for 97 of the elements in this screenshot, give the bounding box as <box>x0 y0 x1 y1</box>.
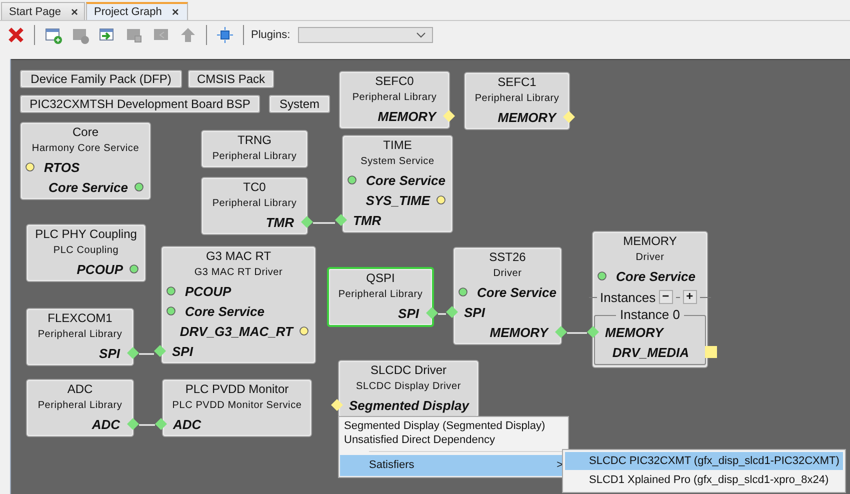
node-title: SLCDC Driver <box>369 363 448 378</box>
port-label: RTOS <box>44 160 81 174</box>
component-node[interactable]: FLEXCOM1 Peripheral Library SPI <box>26 308 134 366</box>
component-node[interactable]: SLCDC Driver SLCDC Display Driver Segmented Display <box>338 360 479 418</box>
component-node[interactable]: ADC Peripheral Library ADC <box>26 379 134 437</box>
component-node[interactable]: PLC PVDD Monitor PLC PVDD Monitor Service ADC <box>162 379 312 437</box>
plugins-label: Plugins: <box>251 28 290 40</box>
node-subtitle: Peripheral Library <box>211 197 298 211</box>
menu-text: Segmented Display (Segmented Display) <box>343 419 546 433</box>
instance-label: Instance 0 <box>616 307 684 322</box>
component-node[interactable]: TIME System Service Core Service SYS_TIME TMR <box>342 135 453 233</box>
node-title: G3 MAC RT <box>204 249 272 264</box>
node-subtitle: G3 MAC RT Driver <box>193 266 284 280</box>
menu-item[interactable]: SLCDC PIC32CXMT (gfx_disp_slcd1-PIC32CXMT) <box>565 452 843 470</box>
port-label: SPI <box>397 306 419 320</box>
node-title: TC0 <box>242 180 267 195</box>
node-subtitle: Harmony Core Service <box>30 142 140 156</box>
tab[interactable]: Start Page × <box>1 2 85 20</box>
plugins-dropdown[interactable] <box>298 26 434 42</box>
component-node[interactable]: G3 MAC RT G3 MAC RT Driver PCOUP Core Service DRV_G3_MAC_RT SPI <box>161 246 316 364</box>
node-subtitle: Driver <box>492 267 523 281</box>
component-node[interactable]: TRNG Peripheral Library <box>201 130 308 168</box>
delete-icon[interactable] <box>7 26 25 44</box>
node-subtitle: Peripheral Library <box>337 288 424 302</box>
caret-icon <box>416 32 426 38</box>
component-node[interactable]: SST26 Driver Core Service SPI MEMORY <box>453 247 562 345</box>
window-add-icon[interactable] <box>44 26 62 44</box>
node-subtitle: SLCDC Display Driver <box>355 380 462 394</box>
node-subtitle: Peripheral Library <box>211 150 298 164</box>
port-label: Core Service <box>48 180 128 194</box>
tab[interactable]: Project Graph × <box>86 2 188 20</box>
component-node[interactable]: SEFC0 Peripheral Library MEMORY <box>339 71 450 129</box>
port-label: PCOUP <box>185 284 232 298</box>
port-label: Core Service <box>185 304 266 318</box>
connector-line <box>313 222 335 224</box>
port-label: MEMORY <box>376 108 436 124</box>
port-label: SPI <box>172 344 194 358</box>
node-title: TIME <box>382 138 413 153</box>
node-subtitle: Peripheral Library <box>36 328 124 342</box>
port-label: SPI <box>464 304 486 320</box>
window-arrow-icon[interactable] <box>98 26 116 44</box>
port-label: Core Service <box>477 284 558 300</box>
node-title: SEFC1 <box>496 75 538 90</box>
port-label: Core Service <box>616 268 696 284</box>
node-title: FLEXCOM1 <box>46 311 114 326</box>
node-title: PLC PHY Coupling <box>34 227 138 242</box>
node-title: SST26 <box>488 250 527 265</box>
instances-label: Instances <box>600 290 656 304</box>
menu-text: Unsatisfied Direct Dependency <box>343 433 496 447</box>
close-button[interactable]: × <box>70 4 78 18</box>
node-subtitle: Peripheral Library <box>351 91 438 105</box>
node-title: Core <box>71 125 100 140</box>
node-subtitle: PLC Coupling <box>52 244 120 258</box>
node-subtitle: Peripheral Library <box>36 399 124 413</box>
port-label: DRV_G3_MAC_RT <box>178 324 293 338</box>
port-label: DRV_MEDIA <box>611 344 689 360</box>
node-title: PLC PVDD Monitor <box>184 382 290 397</box>
connector-line <box>567 332 587 334</box>
port-label: ADC <box>173 416 202 432</box>
component-node[interactable]: QSPI Peripheral Library SPI <box>327 267 434 327</box>
node-title: MEMORY <box>622 234 678 249</box>
pack-button[interactable]: PIC32CXMTSH Development Board BSP <box>20 95 260 113</box>
node-subtitle: PLC PVDD Monitor Service <box>171 399 303 413</box>
node-title: ADC <box>66 382 94 397</box>
pack-button[interactable]: System <box>269 95 330 113</box>
node-title: SEFC0 <box>374 74 415 89</box>
close-button[interactable]: × <box>172 5 179 19</box>
port-label: Segmented Display <box>349 398 470 412</box>
port-label: Core Service <box>366 172 446 188</box>
port-label: TMR <box>264 214 294 230</box>
port-label: TMR <box>353 212 382 228</box>
port-label: MEMORY <box>488 324 548 340</box>
node-subtitle: Driver <box>634 251 666 265</box>
port-label: MEMORY <box>605 324 666 340</box>
node-subtitle: Peripheral Library <box>474 92 560 106</box>
port-label: SPI <box>98 346 120 360</box>
node-title: QSPI <box>365 271 396 286</box>
port-label: MEMORY <box>496 110 556 124</box>
port-label: PCOUP <box>76 262 123 276</box>
pack-button[interactable]: Device Family Pack (DFP) <box>20 70 182 88</box>
component-node[interactable]: TC0 Peripheral Library TMR <box>201 177 308 235</box>
component-node[interactable]: SEFC1 Peripheral Library MEMORY <box>464 72 570 130</box>
component-node[interactable]: PLC PHY Coupling PLC Coupling PCOUP <box>26 224 146 282</box>
connector-line <box>139 424 155 426</box>
node-title: TRNG <box>236 133 272 148</box>
component-node[interactable]: MEMORY Driver Core Service Instances − + Instance 0 MEMORY DRV_MEDIA <box>592 231 708 368</box>
pack-button[interactable]: CMSIS Pack <box>188 70 274 88</box>
component-node[interactable]: Core Harmony Core Service RTOS Core Service <box>20 122 151 200</box>
fit-view-icon[interactable] <box>216 26 234 44</box>
node-subtitle: System Service <box>360 155 436 169</box>
connector-line <box>438 313 446 315</box>
instance-button[interactable]: + <box>682 290 697 304</box>
instance-button[interactable]: − <box>658 290 673 304</box>
menu-item[interactable]: SLCD1 Xplained Pro (gfx_disp_slcd1-xpro_8x24) <box>565 471 843 489</box>
port-label: SYS_TIME <box>364 192 430 208</box>
port-label: ADC <box>90 416 120 432</box>
connector-line <box>139 353 154 355</box>
